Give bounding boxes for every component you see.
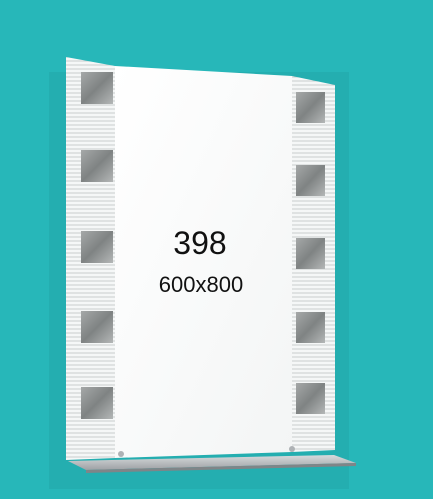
right-square-1 <box>296 92 325 123</box>
right-square-5 <box>296 383 325 414</box>
dimensions-text: 600x800 <box>158 272 244 297</box>
left-square-1 <box>81 72 113 104</box>
right-square-2 <box>296 165 325 196</box>
left-square-3 <box>81 231 113 263</box>
mirror-glass <box>115 66 292 458</box>
model-number-text: 398 <box>173 225 227 261</box>
product-image-scene: 398 600x800 <box>0 0 433 499</box>
right-square-4 <box>296 312 325 343</box>
left-square-2 <box>81 150 113 182</box>
right-square-3 <box>296 238 325 269</box>
shelf-holder-right <box>289 446 295 452</box>
shelf-holder-left <box>118 451 124 457</box>
left-square-4 <box>81 311 113 343</box>
left-square-5 <box>81 387 113 419</box>
